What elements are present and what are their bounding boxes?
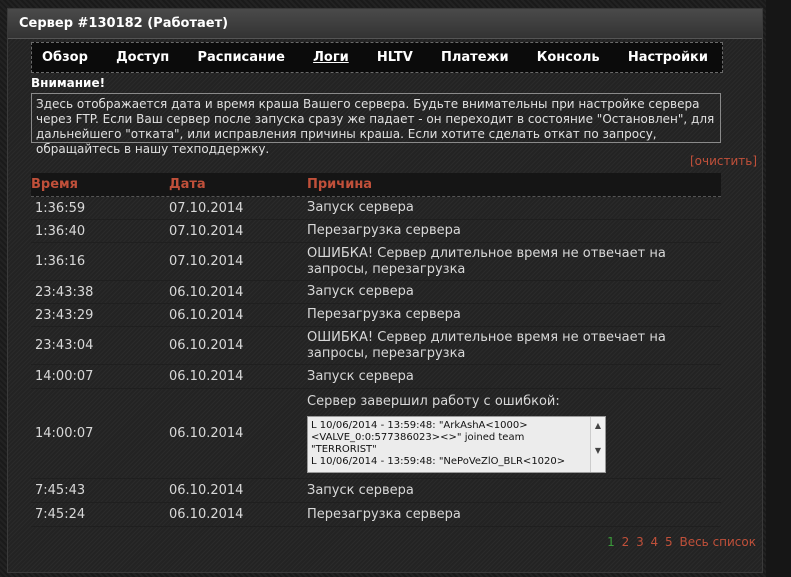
window-side-strip (766, 0, 791, 577)
table-row: 1:36:59 07.10.2014 Запуск сервера (31, 197, 721, 220)
tab-hltv[interactable]: HLTV (377, 50, 413, 65)
cell-time: 1:36:59 (35, 200, 86, 216)
pagination: 1 2 3 4 5 Весь список (604, 535, 756, 549)
header-reason: Причина (307, 176, 373, 192)
cell-date: 06.10.2014 (169, 284, 244, 300)
cell-date: 07.10.2014 (169, 200, 244, 216)
tab-overview[interactable]: Обзор (42, 50, 88, 65)
page-link-1[interactable]: 1 (607, 535, 615, 549)
panel-title: Сервер #130182 (Работает) (8, 9, 762, 39)
log-textarea-wrap: ▲ ▼ (307, 416, 606, 473)
cell-time: 23:43:29 (35, 307, 94, 323)
full-list-link[interactable]: Весь список (679, 535, 756, 549)
cell-date: 07.10.2014 (169, 223, 244, 239)
cell-time: 14:00:07 (35, 426, 94, 441)
tab-schedule[interactable]: Расписание (197, 50, 284, 65)
scroll-down-icon[interactable]: ▼ (591, 443, 605, 459)
cell-date: 06.10.2014 (169, 507, 244, 522)
cell-time: 7:45:24 (35, 507, 86, 522)
cell-time: 14:00:07 (35, 369, 94, 384)
table-row: 1:36:16 07.10.2014 ОШИБКА! Сервер длител… (31, 243, 721, 281)
tab-bar: Обзор Доступ Расписание Логи HLTV Платеж… (31, 42, 723, 73)
table-row: 14:00:07 06.10.2014 Запуск сервера (31, 365, 721, 389)
clear-link[interactable]: [очистить] (690, 154, 757, 168)
error-message: Сервер завершил работу с ошибкой: (307, 394, 560, 409)
warning-box: Здесь отображается дата и время краша Ва… (31, 93, 721, 156)
table-row: 14:00:07 06.10.2014 Сервер завершил рабо… (31, 389, 721, 479)
tab-payments[interactable]: Платежи (441, 50, 509, 65)
cell-reason: Перезагрузка сервера (307, 223, 461, 238)
log-scrollbar[interactable]: ▲ ▼ (590, 417, 605, 472)
table-row: 23:43:38 06.10.2014 Запуск сервера (31, 281, 721, 304)
cell-time: 7:45:43 (35, 483, 86, 498)
cell-date: 06.10.2014 (169, 426, 244, 441)
header-date: Дата (169, 177, 206, 192)
tab-logs[interactable]: Логи (313, 50, 349, 65)
tab-access[interactable]: Доступ (116, 50, 169, 65)
header-time: Время (31, 177, 79, 192)
cell-date: 06.10.2014 (169, 483, 244, 498)
table-row: 7:45:24 06.10.2014 Перезагрузка сервера (31, 503, 721, 527)
tab-settings[interactable]: Настройки (628, 50, 708, 65)
table-row: 23:43:04 06.10.2014 ОШИБКА! Сервер длите… (31, 327, 721, 365)
cell-time: 1:36:40 (35, 223, 86, 239)
warning-title: Внимание! (31, 76, 106, 90)
table-row: 7:45:43 06.10.2014 Запуск сервера (31, 479, 721, 503)
scroll-up-icon[interactable]: ▲ (591, 418, 605, 434)
cell-reason: Перезагрузка сервера (307, 307, 461, 322)
crash-log-table: Время Дата Причина 1:36:59 07.10.2014 За… (31, 173, 721, 527)
page-link-2[interactable]: 2 (622, 535, 630, 549)
cell-time: 23:43:04 (35, 338, 94, 353)
cell-reason: Запуск сервера (307, 482, 414, 498)
cell-date: 06.10.2014 (169, 307, 244, 323)
table-header: Время Дата Причина (31, 173, 721, 197)
table-row: 23:43:29 06.10.2014 Перезагрузка сервера (31, 304, 721, 327)
cell-date: 06.10.2014 (169, 338, 244, 353)
cell-reason: Перезагрузка сервера (307, 506, 461, 522)
cell-reason: ОШИБКА! Сервер длительное время не отвеч… (307, 245, 666, 277)
cell-reason: Запуск сервера (307, 200, 414, 215)
tab-console[interactable]: Консоль (537, 50, 600, 65)
cell-reason-with-log: Сервер завершил работу с ошибкой: ▲ ▼ (307, 394, 721, 473)
cell-time: 1:36:16 (35, 254, 86, 269)
page-link-5[interactable]: 5 (665, 535, 673, 549)
cell-reason: ОШИБКА! Сервер длительное время не отвеч… (307, 329, 666, 361)
page-link-3[interactable]: 3 (636, 535, 644, 549)
cell-reason: Запуск сервера (307, 284, 414, 299)
cell-reason: Запуск сервера (307, 368, 414, 384)
table-row: 1:36:40 07.10.2014 Перезагрузка сервера (31, 220, 721, 243)
cell-date: 06.10.2014 (169, 369, 244, 384)
error-log-textarea[interactable] (307, 416, 606, 473)
page-link-4[interactable]: 4 (651, 535, 659, 549)
cell-time: 23:43:38 (35, 284, 94, 300)
cell-date: 07.10.2014 (169, 254, 244, 269)
